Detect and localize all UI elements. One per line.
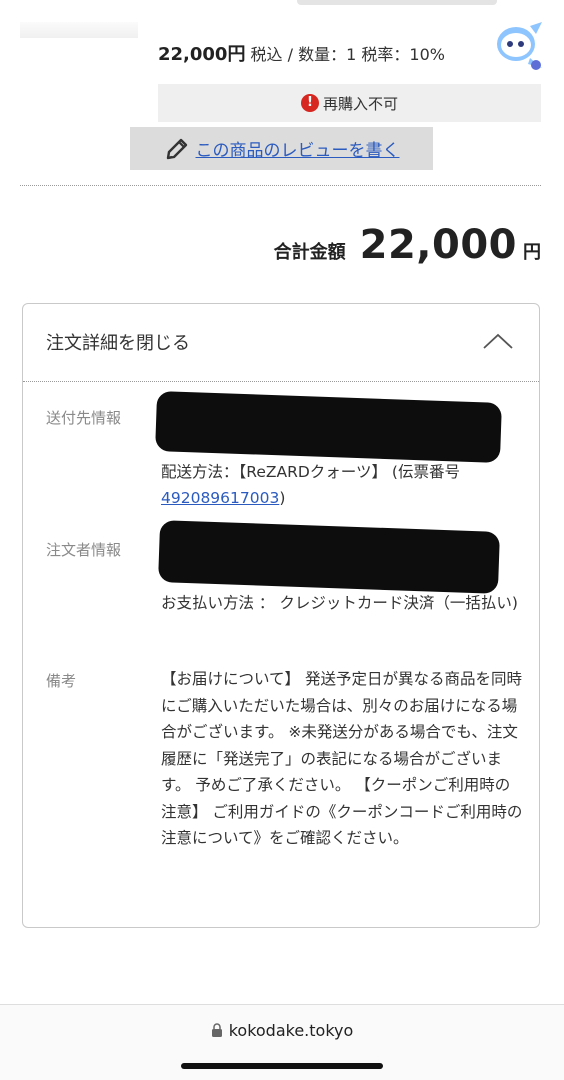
url-display[interactable]: kokodake.tokyo	[0, 1021, 564, 1040]
write-review-button[interactable]: この商品のレビューを書く	[130, 127, 433, 170]
product-image-edge	[20, 22, 138, 38]
alert-icon: !	[300, 94, 319, 112]
tracking-number-link[interactable]: 492089617003	[161, 489, 279, 507]
url-text: kokodake.tokyo	[228, 1021, 354, 1040]
order-total: 合計金額 22,000 円	[274, 222, 541, 268]
browser-address-bar[interactable]: kokodake.tokyo	[0, 1004, 564, 1080]
total-label: 合計金額	[273, 242, 346, 263]
redacted-orderer-address	[158, 520, 500, 594]
payment-method: お支払い方法 ： クレジットカード決済（一括払い)	[161, 594, 518, 612]
mascot-icon[interactable]	[492, 18, 544, 72]
order-details-panel: 注文詳細を閉じる 送付先情報 配送方法：【ReZARDクォーツ】 (伝票番号 4…	[22, 303, 540, 928]
toggle-label: 注文詳細を閉じる	[46, 333, 190, 354]
price-line: 22,000円 税込 / 数量：1 税率：10%	[158, 40, 445, 66]
lock-icon	[211, 1023, 222, 1037]
notes-text: 【お届けについて】 発送予定日が異なる商品を同時にご購入いただいた場合は、別々の…	[161, 670, 523, 847]
pencil-icon	[166, 138, 187, 159]
notes-label: 備考	[46, 672, 77, 690]
total-amount: 22,000	[359, 222, 517, 268]
order-detail-page: 22,000円 税込 / 数量：1 税率：10% ! 再購入不可 この商品のレビ…	[0, 0, 564, 1080]
tax-quantity-info: 税込 / 数量：1 税率：10%	[245, 45, 445, 64]
shipping-info-label: 送付先情報	[46, 409, 122, 427]
chevron-up-icon[interactable]	[481, 331, 515, 351]
order-details-toggle[interactable]: 注文詳細を閉じる	[23, 304, 539, 382]
write-review-link[interactable]: この商品のレビューを書く	[196, 136, 400, 161]
no-rebuy-notice: ! 再購入不可	[158, 84, 541, 122]
no-rebuy-label: 再購入不可	[322, 94, 398, 113]
tracking-suffix: )	[279, 489, 286, 507]
redacted-shipping-address	[155, 390, 502, 464]
home-indicator[interactable]	[181, 1063, 383, 1069]
shipping-method: 配送方法：【ReZARDクォーツ】 (伝票番号 492089617003)	[161, 459, 523, 511]
item-price: 22,000円	[158, 44, 246, 65]
top-bar-remnant	[297, 0, 497, 5]
shipping-method-label: 配送方法：【ReZARDクォーツ】 (伝票番号	[161, 463, 460, 481]
orderer-info-label: 注文者情報	[46, 541, 122, 559]
total-currency: 円	[523, 242, 541, 263]
divider	[20, 185, 541, 186]
